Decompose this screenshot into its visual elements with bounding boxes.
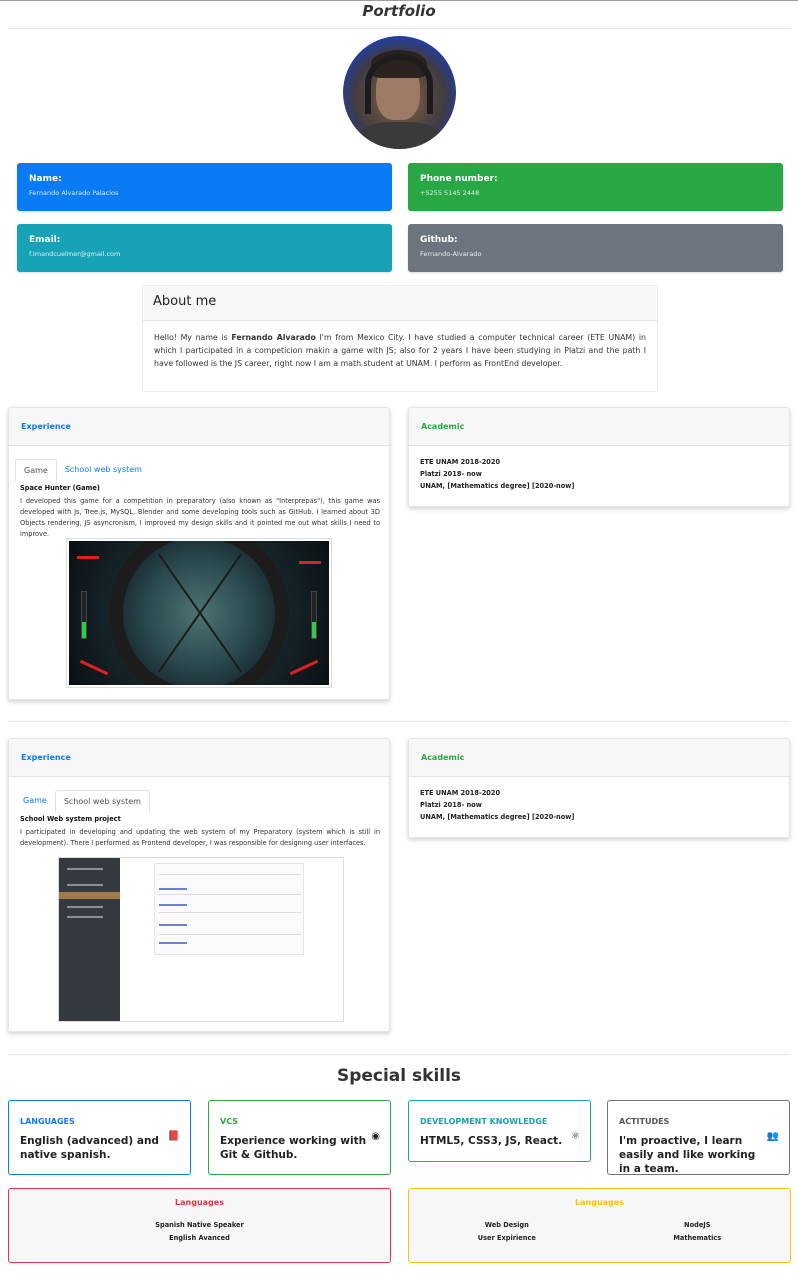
languages-title: Languages [575,1198,624,1207]
project-title: Space Hunter (Game) [20,484,100,492]
skill-card-languages: LANGUAGES English (advanced) and native … [8,1100,191,1175]
name-card: Name: Fernando Alvarado Palacios [17,163,392,211]
divider [8,721,790,722]
tab-game[interactable]: Game [15,459,57,482]
project-tabs: Game School web system [15,790,150,813]
skill-category: DEVELOPMENT KNOWLEDGE [420,1117,548,1126]
about-card: About me Hello! My name is Fernando Alva… [142,285,658,392]
skill-text: HTML5, CSS3, JS, React. [420,1135,563,1147]
academic-item: Platzi 2018- now [420,801,482,809]
academic-title: Academic [409,408,789,446]
project-description: I developed this game for a competition … [20,497,380,538]
skill-text: Experience working with Git & Github. [220,1135,367,1161]
skill-text: English (advanced) and native spanish. [20,1135,159,1161]
experience-card-game: Experience Game School web system Space … [8,407,390,700]
github-value: Fernando-Alvarado [420,250,482,258]
project-title: School Web system project [20,815,121,823]
skill-item: Mathematics [673,1234,722,1242]
skill-item: NodeJS [684,1221,711,1229]
languages-card-red: Languages Spanish Native Speaker English… [8,1188,391,1263]
academic-title: Academic [409,739,789,777]
game-screenshot [66,538,332,688]
github-icon: ◉ [371,1131,380,1142]
academic-item: Platzi 2018- now [420,470,482,478]
name-label: Name: [29,174,62,184]
tab-school-web-system[interactable]: School web system [54,790,150,813]
email-value: f.Imandcuelmer@gmail.com [29,250,121,258]
experience-title: Experience [9,408,389,446]
email-label: Email: [29,235,61,245]
github-card: Github: Fernando-Alvarado [408,224,783,272]
skill-category: ACTITUDES [619,1117,670,1126]
language-item: English Avanced [169,1234,230,1242]
experience-title: Experience [9,739,389,777]
skill-card-actitudes: ACTITUDES I'm proactive, I learn easily … [607,1100,790,1175]
divider [8,1054,790,1055]
tab-school-web-system[interactable]: School web system [57,459,150,482]
email-card: Email: f.Imandcuelmer@gmail.com [17,224,392,272]
language-item: Spanish Native Speaker [155,1221,244,1229]
about-title: About me [143,286,657,321]
phone-card: Phone number: +5255 5145 2448 [408,163,783,211]
skill-item: Web Design [484,1221,529,1229]
users-icon: 👥 [766,1131,779,1142]
phone-value: +5255 5145 2448 [420,189,480,197]
github-label: Github: [420,235,458,245]
academic-list: ETE UNAM 2018-2020 Platzi 2018- now UNAM… [409,446,789,502]
academic-item: UNAM, [Mathematics degree] [2020-now] [420,482,575,490]
languages-title: Languages [175,1198,224,1207]
avatar [343,36,456,149]
skill-card-vcs: VCS Experience working with Git & Github… [208,1100,391,1175]
academic-card-1: Academic ETE UNAM 2018-2020 Platzi 2018-… [408,407,790,507]
skills-title: Special skills [336,1066,462,1086]
experience-card-web: Experience Game School web system School… [8,738,390,1032]
project-tabs: Game School web system [15,459,150,482]
skill-item: User Expirience [477,1234,536,1242]
about-text: Hello! My name is Fernando Alvarado I'm … [154,333,646,368]
web-system-screenshot [58,857,344,1022]
academic-card-2: Academic ETE UNAM 2018-2020 Platzi 2018-… [408,738,790,838]
skill-text: I'm proactive, I learn easily and like w… [619,1135,756,1175]
phone-label: Phone number: [420,174,498,184]
academic-item: UNAM, [Mathematics degree] [2020-now] [420,813,575,821]
name-value: Fernando Alvarado Palacios [29,189,119,197]
about-name: Fernando Alvarado [231,333,316,342]
skill-category: LANGUAGES [20,1117,75,1126]
academic-item: ETE UNAM 2018-2020 [420,458,501,466]
top-border [0,0,798,1]
tab-game[interactable]: Game [15,790,55,813]
skill-category: VCS [220,1117,238,1126]
book-icon: 📕 [167,1131,180,1142]
divider [8,28,790,29]
project-description: I participated in developing and updatin… [20,828,380,847]
languages-card-yellow: Languages Web Design User Expirience Nod… [408,1188,791,1263]
academic-item: ETE UNAM 2018-2020 [420,789,501,797]
skill-card-development: DEVELOPMENT KNOWLEDGE HTML5, CSS3, JS, R… [408,1100,591,1162]
react-icon: ⚛ [571,1131,580,1142]
academic-list: ETE UNAM 2018-2020 Platzi 2018- now UNAM… [409,777,789,833]
page-title: Portfolio [362,2,436,20]
